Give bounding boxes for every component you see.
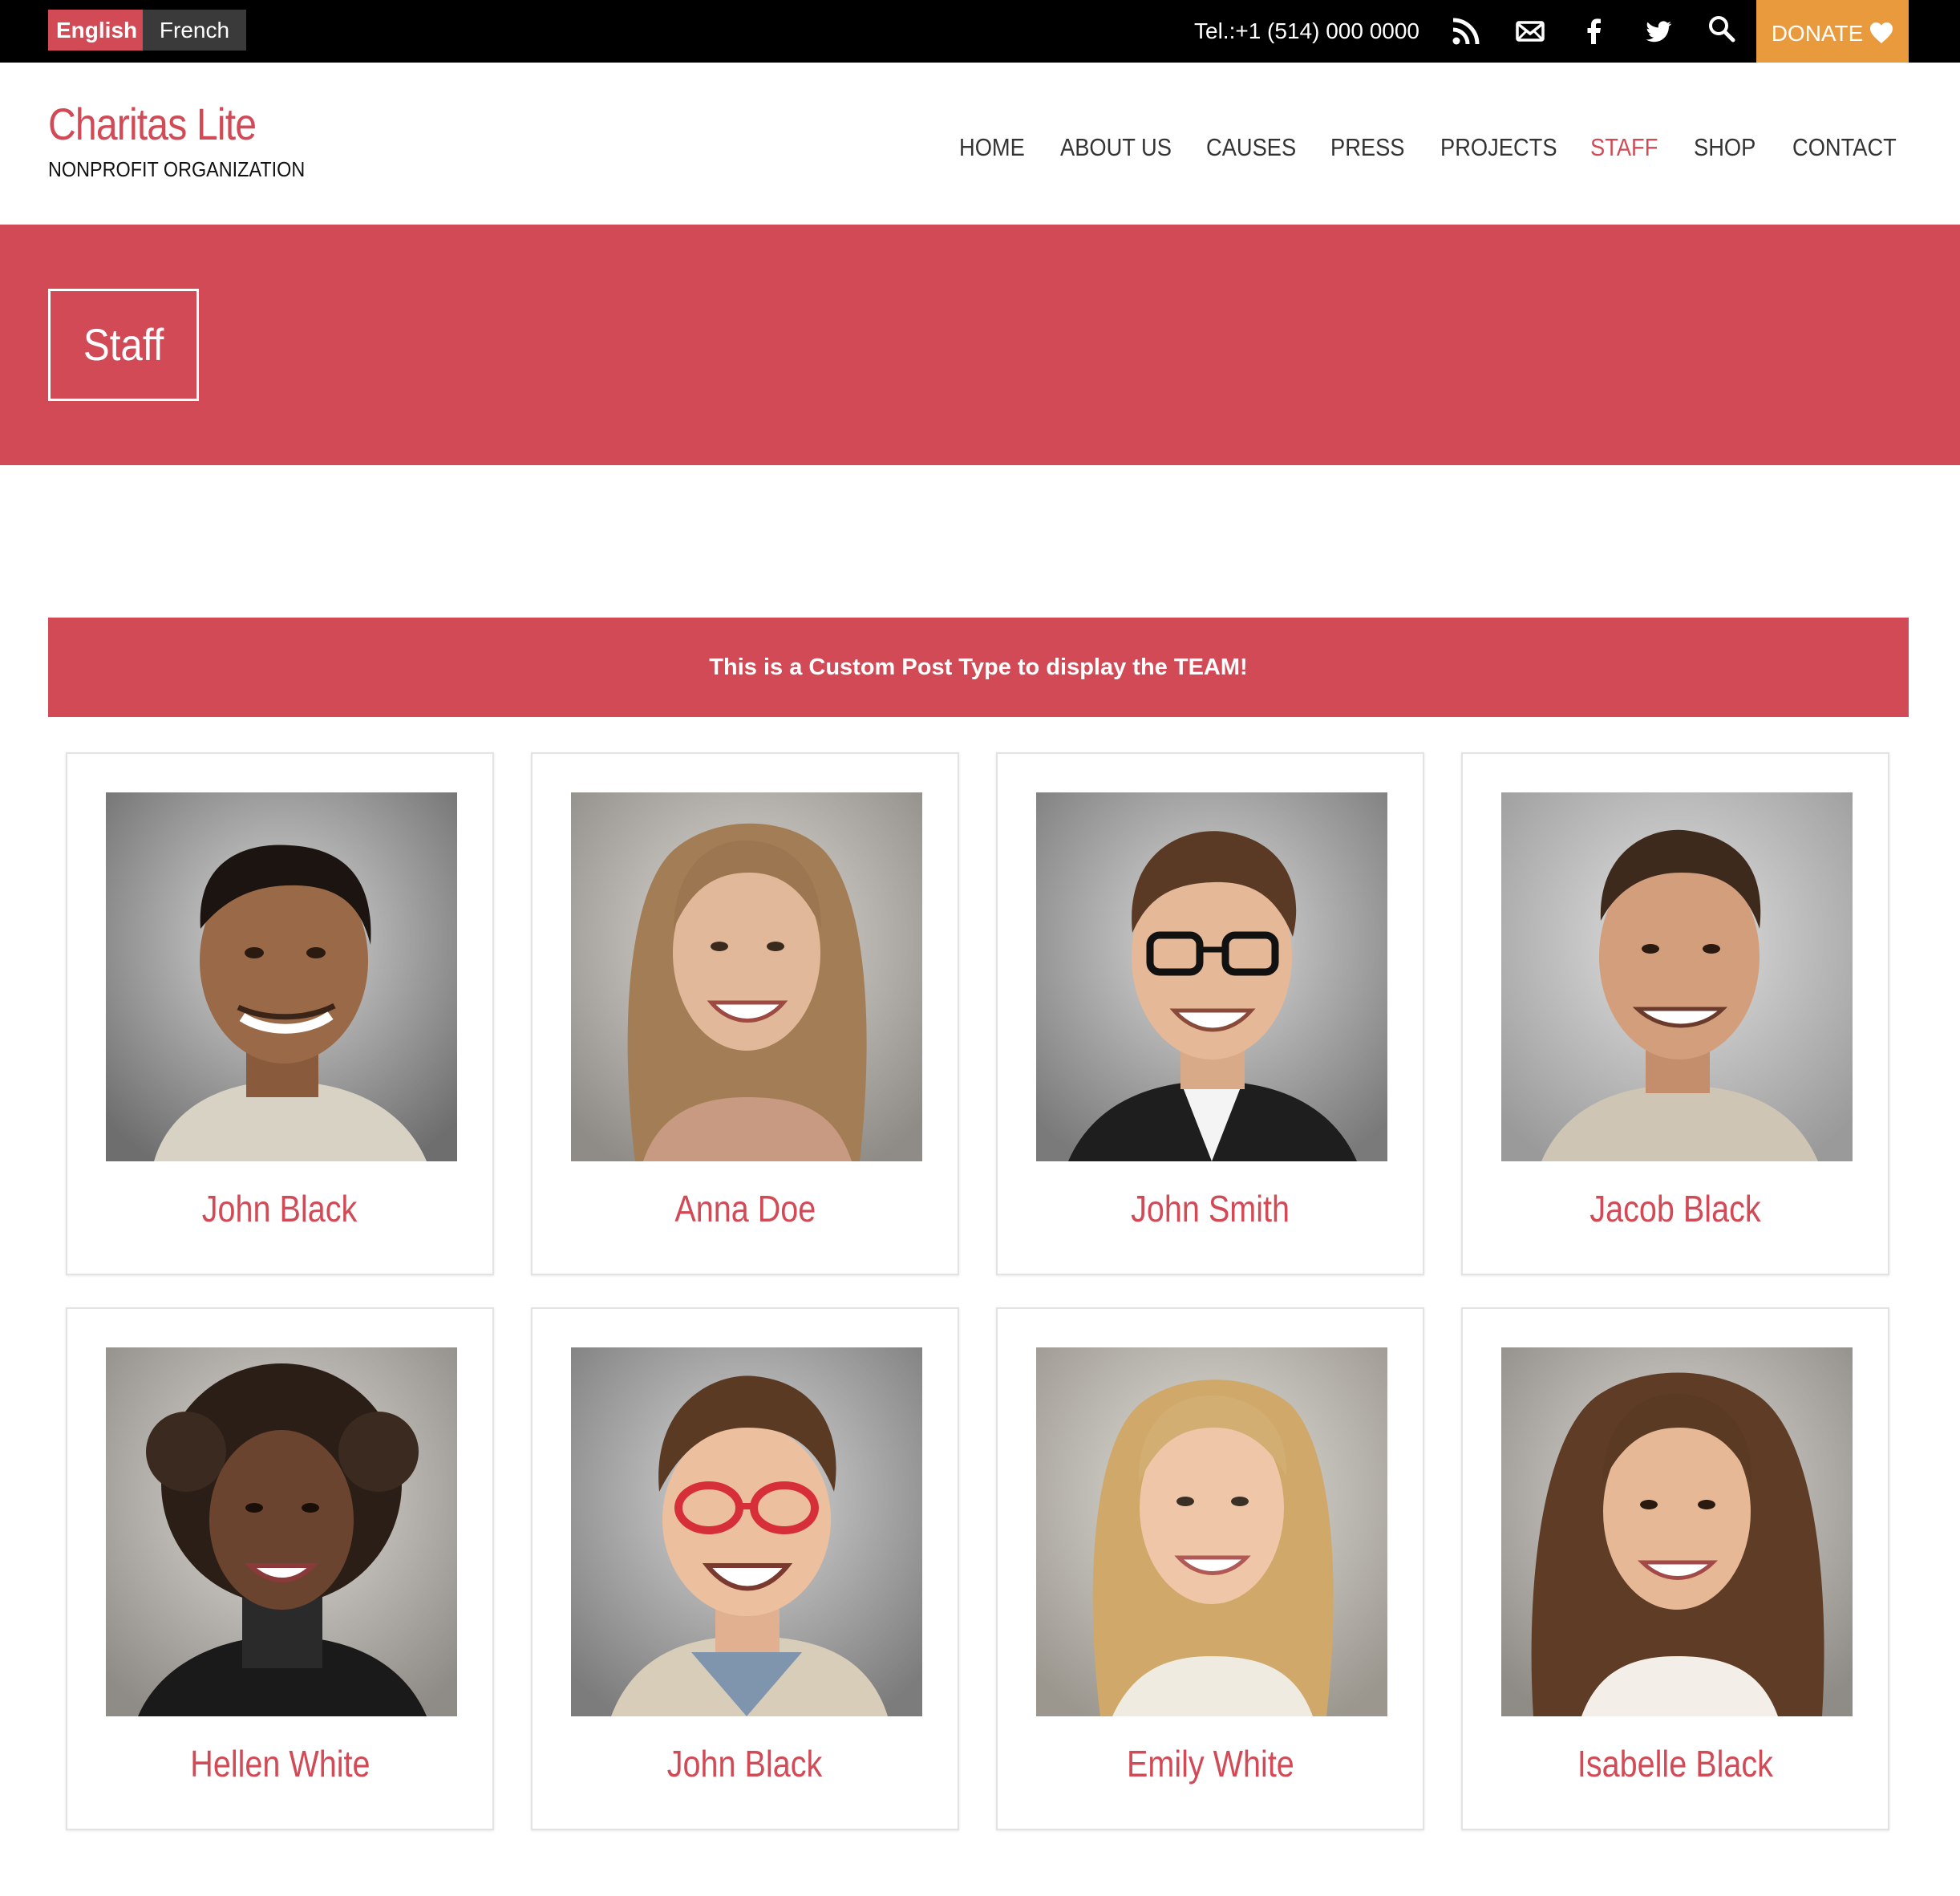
site-tagline: NONPROFIT ORGANIZATION [48,157,306,181]
staff-name[interactable]: John Smith [998,1187,1423,1230]
staff-photo[interactable] [1501,1347,1853,1716]
site-title[interactable]: Charitas Lite [48,98,257,150]
nav-item-about-us[interactable]: ABOUT US [1060,133,1172,162]
page-title-box: Staff [48,289,199,401]
staff-name[interactable]: John Black [67,1187,492,1230]
page-title: Staff [83,319,164,370]
page-banner: Staff [0,225,1960,465]
nav-item-contact[interactable]: CONTACT [1792,133,1897,162]
staff-card[interactable]: Anna Doe [531,752,959,1275]
top-bar: English French Tel.:+1 (514) 000 0000 DO… [0,0,1960,63]
staff-name[interactable]: Anna Doe [533,1187,958,1230]
staff-name[interactable]: Emily White [998,1742,1423,1785]
staff-photo[interactable] [106,1347,457,1716]
staff-card[interactable]: Jacob Black [1461,752,1889,1275]
donate-button[interactable]: DONATE [1756,0,1909,63]
staff-card[interactable]: Isabelle Black [1461,1307,1889,1830]
nav-item-shop[interactable]: SHOP [1694,133,1755,162]
language-english-button[interactable]: English [48,10,143,51]
language-switcher: English French [48,10,246,51]
twitter-icon[interactable] [1642,15,1675,47]
donate-label: DONATE [1771,21,1864,46]
facebook-icon[interactable] [1578,15,1610,47]
nav-item-press[interactable]: PRESS [1330,133,1404,162]
staff-photo[interactable] [1036,1347,1387,1716]
phone-number: Tel.:+1 (514) 000 0000 [1194,18,1419,43]
staff-photo[interactable] [571,1347,922,1716]
mail-icon[interactable] [1514,15,1546,47]
rss-icon[interactable] [1450,15,1482,47]
staff-name[interactable]: John Black [533,1742,958,1785]
staff-card[interactable]: Hellen White [66,1307,494,1830]
team-notice: This is a Custom Post Type to display th… [48,618,1909,717]
staff-photo[interactable] [1036,792,1387,1161]
nav-item-projects[interactable]: PROJECTS [1440,133,1557,162]
heart-icon [1870,22,1893,43]
nav-item-home[interactable]: HOME [959,133,1025,162]
staff-card[interactable]: John Smith [996,752,1424,1275]
language-french-button[interactable]: French [143,10,246,51]
staff-card[interactable]: John Black [531,1307,959,1830]
staff-card[interactable]: Emily White [996,1307,1424,1830]
nav-item-staff[interactable]: STAFF [1590,133,1658,162]
staff-photo[interactable] [571,792,922,1161]
search-icon[interactable] [1707,14,1739,46]
staff-card[interactable]: John Black [66,752,494,1275]
staff-name[interactable]: Hellen White [67,1742,492,1785]
staff-name[interactable]: Jacob Black [1463,1187,1888,1230]
staff-photo[interactable] [106,792,457,1161]
nav-item-causes[interactable]: CAUSES [1206,133,1296,162]
staff-name[interactable]: Isabelle Black [1463,1742,1888,1785]
staff-photo[interactable] [1501,792,1853,1161]
